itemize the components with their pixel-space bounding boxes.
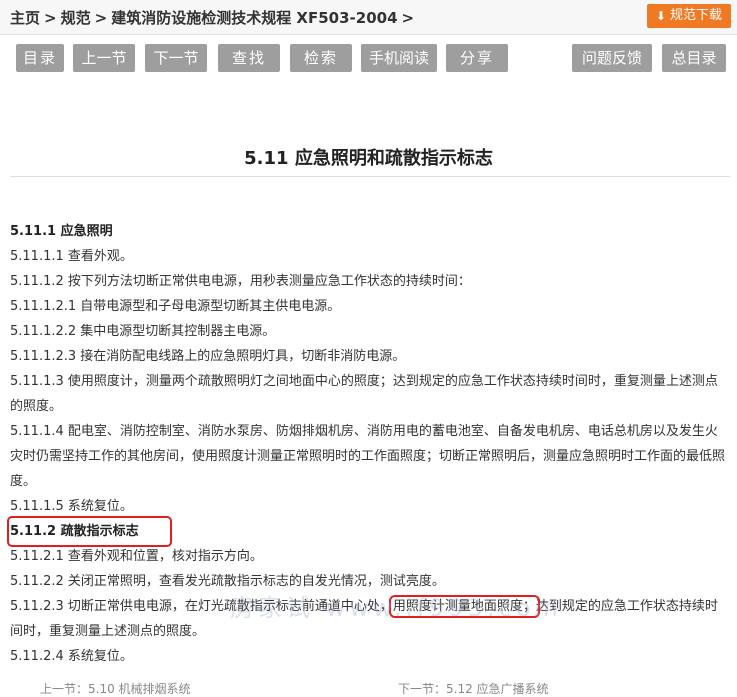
top-bar: 主页 > 规范 > 建筑消防设施检测技术规程 XF503-2004 > ⬇ 规范下载 (0, 0, 737, 35)
clause: 5.11.1.1 查看外观。 (10, 249, 133, 264)
clause: 5.11.2.4 系统复位。 (10, 649, 133, 664)
download-icon: ⬇ (655, 9, 666, 23)
highlight-box: 5.11.2 疏散指示标志 (7, 516, 172, 547)
feedback-button[interactable]: 问题反馈 (572, 44, 652, 72)
breadcrumb-separator: > (44, 9, 57, 27)
clause: 5.11.1.2.3 接在消防配电线路上的应急照明灯具，切断非消防电源。 (10, 349, 406, 364)
toolbar: 目录 上一节 下一节 查找 检索 手机阅读 分享 问题反馈 总目录 (0, 44, 737, 72)
clause: 5.11.1.2.2 集中电源型切断其控制器主电源。 (10, 324, 276, 339)
section-title: 5.11 应急照明和疏散指示标志 (244, 148, 493, 169)
mobile-read-button[interactable]: 手机阅读 (361, 44, 437, 72)
divider (10, 176, 730, 177)
breadcrumb-home[interactable]: 主页 (10, 9, 40, 27)
clause: 5.11.1.3 使用照度计，测量两个疏散照明灯之间地面中心的照度；达到规定的应… (10, 374, 718, 414)
search-button[interactable]: 检索 (290, 44, 352, 72)
spec-download-button[interactable]: ⬇ 规范下载 (646, 4, 731, 28)
next-section-link[interactable]: 下一节：5.12 应急广播系统 (398, 680, 549, 697)
breadcrumb-separator: > (94, 9, 108, 27)
toc-button[interactable]: 目录 (16, 44, 64, 72)
master-toc-button[interactable]: 总目录 (662, 44, 726, 72)
breadcrumb-specs[interactable]: 规范 (61, 9, 91, 27)
spec-content: 5.11.1 应急照明 5.11.1.1 查看外观。 5.11.1.2 按下列方… (7, 219, 728, 669)
share-button[interactable]: 分享 (446, 44, 508, 72)
subsection-heading-evacuation-signs: 5.11.2 疏散指示标志 (7, 516, 728, 547)
clause: 5.11.1.5 系统复位。 (10, 499, 133, 514)
clause-part: 5.11.2.3 切断正常供电电源，在灯光疏散指示标志前通道中心处， (10, 599, 393, 614)
prev-section-link[interactable]: 上一节：5.10 机械排烟系统 (40, 680, 191, 697)
find-button[interactable]: 查找 (218, 44, 280, 72)
highlight-box: 用照度计测量地面照度； (388, 595, 540, 618)
clause: 5.11.2.1 查看外观和位置，核对指示方向。 (10, 549, 263, 564)
subsection-heading-emergency-lighting: 5.11.1 应急照明 (10, 224, 113, 239)
spec-download-label: 规范下载 (669, 8, 722, 23)
clause: 5.11.2.2 关闭正常照明，查看发光疏散指示标志的自发光情况，测试亮度。 (10, 574, 445, 589)
clause: 5.11.1.2.1 自带电源型和子母电源型切断其主供电电源。 (10, 299, 341, 314)
breadcrumb-separator: > (401, 9, 415, 27)
clause: 5.11.1.4 配电室、消防控制室、消防水泵房、防烟排烟机房、消防用电的蓄电池… (10, 424, 726, 489)
clause: 5.11.1.2 按下列方法切断正常供电电源，用秒表测量应急工作状态的持续时间： (10, 274, 471, 289)
prev-section-button[interactable]: 上一节 (73, 44, 135, 72)
breadcrumb: 主页 > 规范 > 建筑消防设施检测技术规程 XF503-2004 > (10, 7, 418, 28)
clause: 5.11.2.3 切断正常供电电源，在灯光疏散指示标志前通道中心处，用照度计测量… (10, 594, 728, 644)
next-section-button[interactable]: 下一节 (145, 44, 207, 72)
breadcrumb-current-spec[interactable]: 建筑消防设施检测技术规程 XF503-2004 (111, 9, 397, 27)
